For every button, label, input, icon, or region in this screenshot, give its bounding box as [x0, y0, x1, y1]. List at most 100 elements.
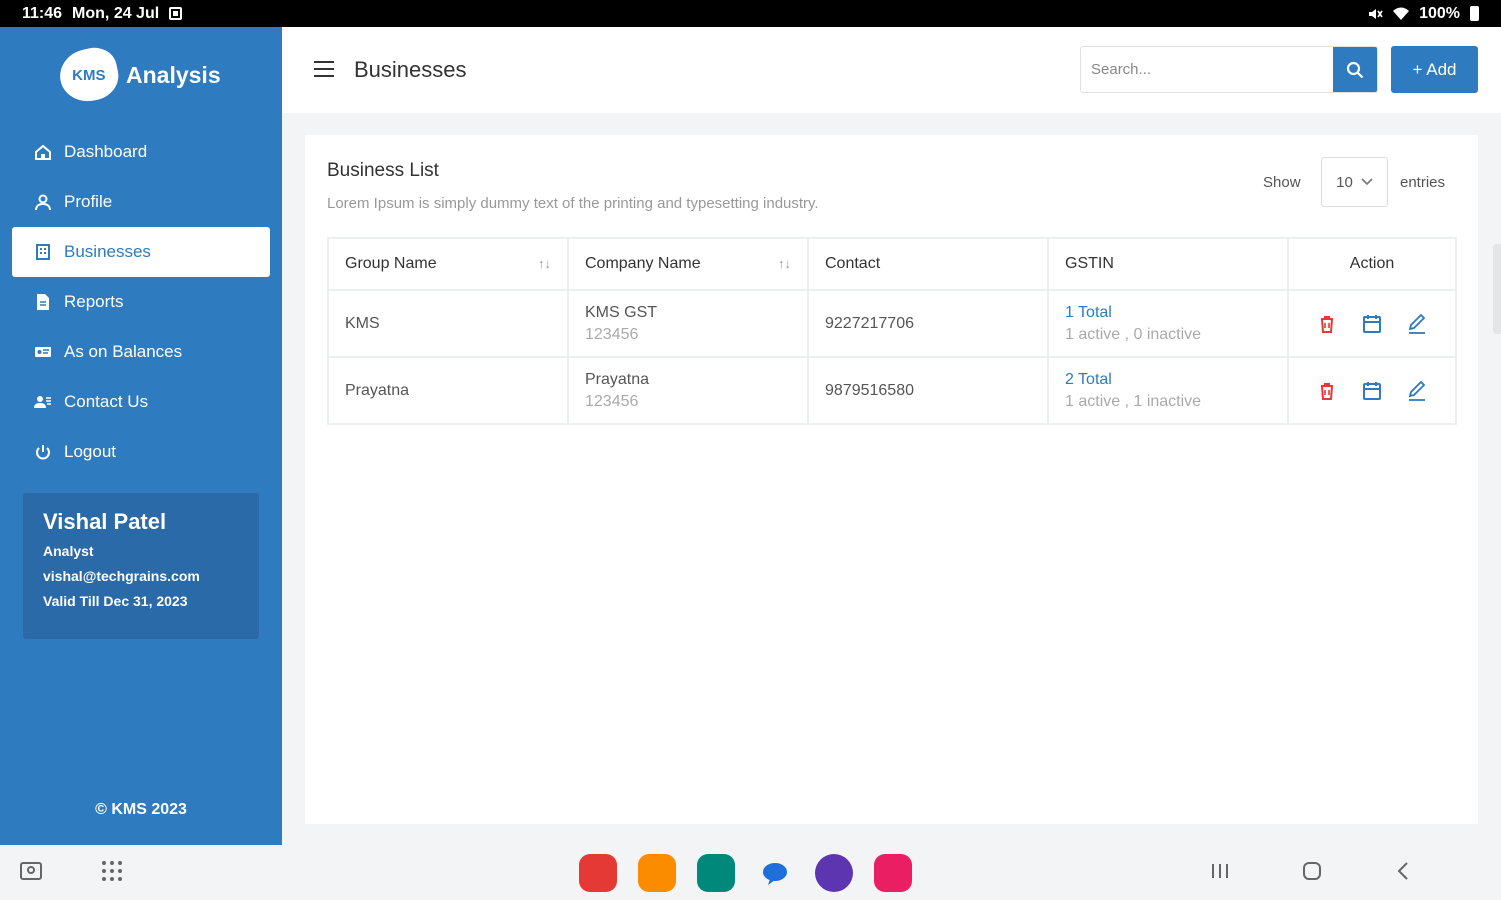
- sidebar-item-label: Contact Us: [64, 392, 149, 411]
- logo-mark: KMS: [55, 43, 123, 107]
- search-box: [1080, 46, 1378, 93]
- sidebar-item-as-on-balances[interactable]: As on Balances: [12, 327, 270, 377]
- sidebar: KMS Analysis Dashboard Profile Businesse…: [0, 27, 282, 845]
- user-email: vishal@techgrains.com: [43, 568, 200, 584]
- status-date: Mon, 24 Jul: [72, 4, 160, 22]
- column-gstin: GSTIN: [1047, 237, 1289, 291]
- sort-icon[interactable]: ↑↓: [778, 256, 791, 271]
- edit-icon[interactable]: [1406, 313, 1428, 335]
- sidebar-item-label: Logout: [64, 442, 116, 461]
- column-contact: Contact: [807, 237, 1049, 291]
- cell-company: Prayatna 123456: [567, 356, 809, 425]
- wifi-icon: [1393, 7, 1410, 20]
- sidebar-item-label: Profile: [64, 192, 113, 211]
- cell-group-name: Prayatna: [327, 356, 569, 425]
- entries-select[interactable]: 10: [1321, 157, 1388, 207]
- sidebar-item-dashboard[interactable]: Dashboard: [12, 127, 270, 177]
- app-drawer-icon[interactable]: [100, 859, 124, 883]
- entries-value: 10: [1336, 173, 1353, 191]
- sidebar-item-contact-us[interactable]: Contact Us: [12, 377, 270, 427]
- building-icon: [36, 244, 50, 260]
- id-card-icon: [35, 347, 51, 357]
- column-action: Action: [1287, 237, 1457, 291]
- sidebar-item-logout[interactable]: Logout: [12, 427, 270, 477]
- page-title: Businesses: [354, 57, 467, 82]
- app-logo[interactable]: KMS Analysis: [55, 43, 221, 107]
- top-bar: Businesses + Add: [282, 27, 1501, 113]
- system-nav-bar: [0, 845, 1501, 900]
- cell-gstin: 2 Total 1 active , 1 inactive: [1047, 356, 1289, 425]
- person-icon: [35, 194, 51, 211]
- table-row: KMS KMS GST 123456 9227217706 1 Total 1 …: [327, 289, 1457, 358]
- menu-icon[interactable]: [314, 61, 334, 77]
- back-icon[interactable]: [1392, 859, 1416, 883]
- edge-panel-handle[interactable]: [1493, 244, 1501, 334]
- company-name: KMS GST: [585, 303, 658, 321]
- sidebar-item-profile[interactable]: Profile: [12, 177, 270, 227]
- document-icon: [37, 294, 49, 310]
- search-button[interactable]: [1333, 47, 1377, 92]
- business-list-card: Business List Lorem Ipsum is simply dumm…: [305, 135, 1478, 824]
- mute-icon: [1369, 8, 1383, 19]
- company-code: 123456: [585, 392, 639, 410]
- calendar-app-icon[interactable]: [697, 854, 735, 892]
- calendar-icon[interactable]: [1361, 313, 1383, 335]
- cell-contact: 9879516580: [807, 356, 1049, 425]
- power-icon: [36, 445, 50, 460]
- gstin-total-link[interactable]: 1 Total: [1065, 304, 1271, 322]
- sidebar-item-label: Businesses: [64, 242, 151, 261]
- search-input[interactable]: [1081, 47, 1333, 92]
- show-label: Show: [1263, 174, 1301, 191]
- delete-icon[interactable]: [1316, 313, 1338, 335]
- app-orange-icon[interactable]: [638, 854, 676, 892]
- sidebar-item-businesses[interactable]: Businesses: [12, 227, 270, 277]
- contacts-icon: [34, 396, 51, 408]
- screenshot-icon[interactable]: [18, 859, 44, 885]
- cell-actions: [1287, 289, 1457, 358]
- recents-icon[interactable]: [1208, 859, 1232, 883]
- logo-text: Analysis: [126, 61, 221, 88]
- card-title: Business List: [327, 160, 439, 181]
- sort-icon[interactable]: ↑↓: [538, 256, 551, 271]
- cell-group-name: KMS: [327, 289, 569, 358]
- search-icon: [1346, 61, 1364, 78]
- app-pink-icon[interactable]: [874, 854, 912, 892]
- company-name: Prayatna: [585, 370, 650, 388]
- user-valid-till: Valid Till Dec 31, 2023: [43, 593, 188, 609]
- browser-app-icon[interactable]: [815, 854, 853, 892]
- chevron-down-icon: [1361, 178, 1373, 186]
- messages-app-icon[interactable]: [756, 854, 794, 892]
- status-bar: 11:46 Mon, 24 Jul 100%: [0, 0, 1501, 27]
- card-subtitle: Lorem Ipsum is simply dummy text of the …: [327, 195, 819, 212]
- home-icon: [35, 144, 51, 160]
- sidebar-item-label: Dashboard: [64, 142, 148, 161]
- user-role: Analyst: [43, 543, 94, 559]
- app-red-icon[interactable]: [579, 854, 617, 892]
- table-header-row: Group Name ↑↓ Company Name ↑↓ Contact GSTI…: [327, 237, 1457, 291]
- cell-actions: [1287, 356, 1457, 425]
- gstin-total-link[interactable]: 2 Total: [1065, 371, 1271, 389]
- user-card: Vishal Patel Analyst vishal@techgrains.c…: [23, 493, 259, 639]
- sidebar-footer: © KMS 2023: [95, 801, 187, 818]
- edit-icon[interactable]: [1406, 380, 1428, 402]
- battery-percent: 100%: [1419, 4, 1460, 22]
- delete-icon[interactable]: [1316, 380, 1338, 402]
- sidebar-nav: Dashboard Profile Businesses Reports As …: [12, 127, 270, 477]
- sidebar-item-label: As on Balances: [64, 342, 183, 361]
- gstin-status: 1 active , 0 inactive: [1065, 325, 1202, 343]
- column-group-name[interactable]: Group Name ↑↓: [327, 237, 569, 291]
- sidebar-item-reports[interactable]: Reports: [12, 277, 270, 327]
- cell-contact: 9227217706: [807, 289, 1049, 358]
- status-time: 11:46: [22, 4, 63, 22]
- table-row: Prayatna Prayatna 123456 9879516580 2 To…: [327, 356, 1457, 425]
- cell-company: KMS GST 123456: [567, 289, 809, 358]
- entries-label: entries: [1400, 174, 1446, 191]
- add-button[interactable]: + Add: [1391, 46, 1478, 93]
- user-name: Vishal Patel: [43, 509, 167, 534]
- calendar-icon[interactable]: [1361, 380, 1383, 402]
- column-company-name[interactable]: Company Name ↑↓: [567, 237, 809, 291]
- gstin-status: 1 active , 1 inactive: [1065, 392, 1202, 410]
- home-button-icon[interactable]: [1300, 859, 1324, 883]
- business-table: Group Name ↑↓ Company Name ↑↓ Contact GSTI…: [327, 237, 1457, 425]
- company-code: 123456: [585, 325, 639, 343]
